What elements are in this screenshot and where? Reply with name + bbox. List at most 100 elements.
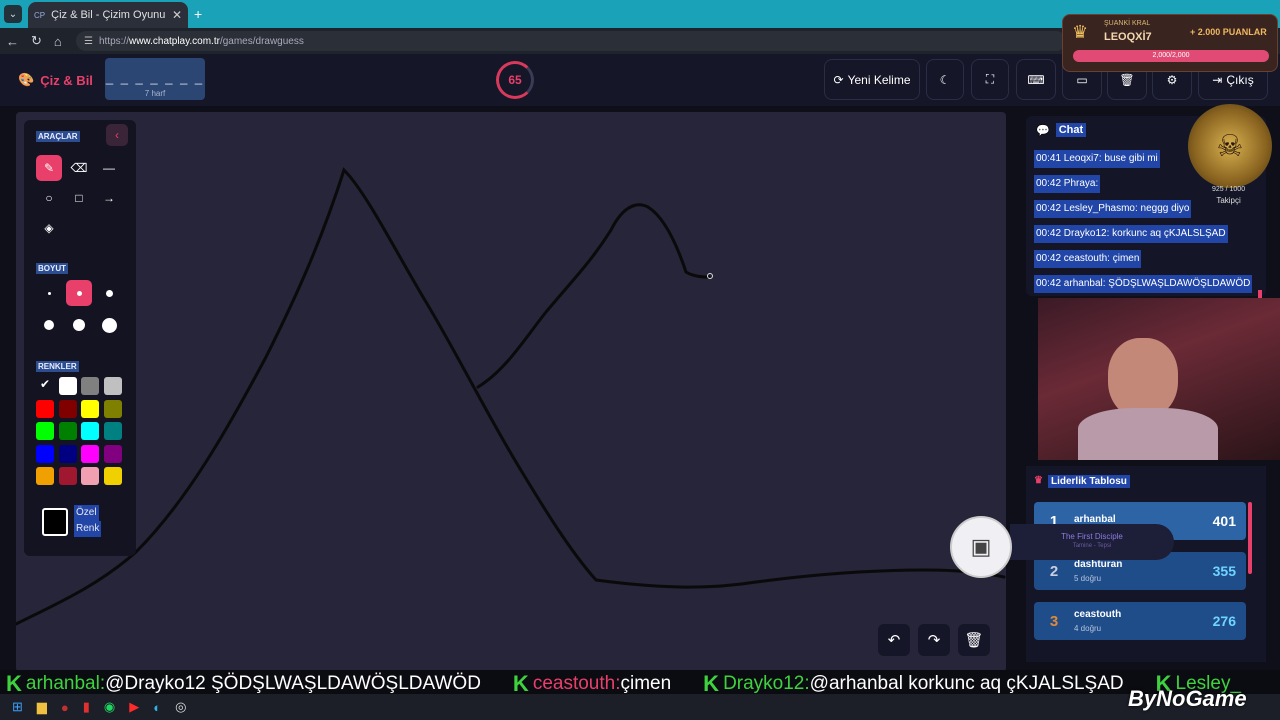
circle-icon: ○ xyxy=(45,191,53,205)
color-swatch[interactable] xyxy=(103,399,122,418)
pen-tool[interactable]: ✎ xyxy=(36,155,62,181)
dark-mode-button[interactable]: ☾ xyxy=(926,59,964,100)
chat-message-text: 00:42 Lesley_Phasmo: neggg diyo xyxy=(1034,200,1192,218)
custom-color-label[interactable]: Özel Renk xyxy=(74,505,102,537)
exit-icon: ⇥ xyxy=(1212,72,1223,87)
moon-icon: ☾ xyxy=(939,72,951,87)
eraser-icon: ⌫ xyxy=(70,161,88,175)
king-label: ŞUANKİ KRAL xyxy=(1104,20,1151,27)
edge-icon[interactable]: ◐ xyxy=(153,700,161,715)
size-5-button[interactable] xyxy=(66,312,92,338)
expand-icon: ⛶ xyxy=(985,72,995,86)
size-4-button[interactable] xyxy=(36,312,62,338)
new-tab-icon[interactable]: + xyxy=(194,6,202,22)
webcam-face xyxy=(1108,338,1178,418)
mountain-stroke xyxy=(16,167,1006,626)
skull-medal-icon: ☠ xyxy=(1188,104,1272,188)
color-swatch[interactable] xyxy=(58,377,77,395)
size-2-button[interactable] xyxy=(66,280,92,306)
color-swatch[interactable] xyxy=(103,377,122,395)
spotify-icon[interactable]: ◉ xyxy=(104,699,115,715)
obs-icon[interactable]: ◎ xyxy=(175,699,186,715)
redo-button[interactable]: ↷ xyxy=(918,624,950,656)
close-tab-icon[interactable]: ✕ xyxy=(172,8,182,22)
color-swatch[interactable] xyxy=(103,422,122,440)
tab-title: Çiz & Bil - Çizim Oyunu xyxy=(51,9,166,21)
arrow-tool[interactable]: → xyxy=(96,185,122,211)
crown-icon: ♛ xyxy=(1034,475,1043,486)
tools-heading: ARAÇLAR xyxy=(36,131,80,142)
round-timer: 65 xyxy=(496,61,534,99)
leaderboard-scrollbar[interactable] xyxy=(1248,502,1252,574)
fill-tool[interactable]: ◈ xyxy=(36,215,62,241)
line-tool[interactable]: — xyxy=(96,155,122,181)
app-logo[interactable]: 🎨 Çiz & Bil xyxy=(18,72,93,88)
youtube-icon[interactable]: ▶ xyxy=(129,699,139,715)
leaderboard-row: 3 ceastouth 4 doğru 276 xyxy=(1034,602,1246,640)
clear-canvas-button[interactable]: 🗑 xyxy=(958,624,990,656)
tab-list-button[interactable]: ⌄ xyxy=(4,5,22,23)
rectangle-tool[interactable]: □ xyxy=(66,185,92,211)
chat-message: 00:42 ceastouth: çimen xyxy=(1034,248,1260,268)
chat-message-text: 00:42 ceastouth: çimen xyxy=(1034,250,1142,268)
ticker-user: arhanbal: xyxy=(25,673,106,694)
address-bar[interactable]: ☰ https://www.chatplay.com.tr/games/draw… xyxy=(76,31,1066,51)
color-swatch[interactable] xyxy=(81,444,99,463)
color-swatch[interactable] xyxy=(81,377,99,395)
word-hint-box: _ _ _ _ _ _ _ 7 harf xyxy=(105,58,205,100)
fullscreen-button[interactable]: ⛶ xyxy=(971,59,1009,100)
keyboard-icon: ⌨ xyxy=(1027,72,1045,87)
channel-watermark: ByNoGame xyxy=(1128,686,1247,711)
new-word-button[interactable]: ⟳ Yeni Kelime xyxy=(824,59,920,100)
square-icon: □ xyxy=(75,191,83,205)
eraser-tool[interactable]: ⌫ xyxy=(66,155,92,181)
favicon-icon: CP xyxy=(34,10,46,20)
color-swatch[interactable] xyxy=(58,444,77,463)
refresh-icon: ⟳ xyxy=(833,72,844,87)
color-swatch[interactable] xyxy=(81,467,99,485)
color-swatch[interactable] xyxy=(58,422,77,440)
url-text: https://www.chatplay.com.tr/games/drawgu… xyxy=(98,35,304,47)
color-swatch[interactable] xyxy=(36,444,54,463)
back-icon[interactable]: ← xyxy=(6,34,19,49)
ticker-text: çimen xyxy=(620,673,672,694)
gear-icon: ⚙ xyxy=(1166,72,1178,87)
color-swatch[interactable] xyxy=(36,422,54,440)
current-king-widget xyxy=(1062,14,1278,72)
color-swatch[interactable] xyxy=(81,422,99,440)
size-1-button[interactable] xyxy=(36,280,62,306)
window-icon: ▭ xyxy=(1076,72,1088,87)
color-swatch[interactable]: ✔ xyxy=(36,377,54,395)
collapse-panel-button[interactable]: ‹ xyxy=(106,124,128,146)
size-dot xyxy=(105,289,113,297)
color-swatch[interactable] xyxy=(36,399,54,418)
reload-icon[interactable]: ↻ xyxy=(31,33,42,49)
color-swatch[interactable] xyxy=(58,399,77,418)
custom-color-swatch[interactable] xyxy=(42,508,68,536)
circle-tool[interactable]: ○ xyxy=(36,185,62,211)
app-icon[interactable]: ▮ xyxy=(83,699,90,715)
chat-scrollbar[interactable] xyxy=(1258,290,1262,298)
size-3-button[interactable] xyxy=(96,280,122,306)
chevron-left-icon: ‹ xyxy=(115,128,119,142)
size-heading: BOYUT xyxy=(36,263,68,274)
windows-start-icon[interactable]: ⊞ xyxy=(12,699,23,715)
app-icon[interactable]: ● xyxy=(61,700,69,715)
keyboard-button[interactable]: ⌨ xyxy=(1016,59,1056,100)
color-swatch[interactable] xyxy=(103,467,122,485)
color-swatch[interactable] xyxy=(103,444,122,463)
disciple-avatar: ▣ xyxy=(950,516,1012,578)
undo-button[interactable]: ↶ xyxy=(878,624,910,656)
color-swatch[interactable] xyxy=(81,399,99,418)
size-6-button[interactable] xyxy=(96,312,122,338)
arrow-right-icon: → xyxy=(103,191,115,205)
file-explorer-icon[interactable]: ▆ xyxy=(37,699,47,715)
site-info-icon[interactable]: ☰ xyxy=(84,36,93,47)
color-swatch[interactable] xyxy=(58,467,77,485)
color-swatch[interactable] xyxy=(36,467,54,485)
chat-message-text: 00:41 Leoqxi7: buse gibi mi xyxy=(1034,150,1160,168)
king-progress: 2,000/2,000 xyxy=(1073,50,1269,62)
browser-tab[interactable]: CP Çiz & Bil - Çizim Oyunu ✕ xyxy=(28,2,188,28)
redo-icon: ↷ xyxy=(927,632,941,649)
home-icon[interactable]: ⌂ xyxy=(54,34,62,49)
